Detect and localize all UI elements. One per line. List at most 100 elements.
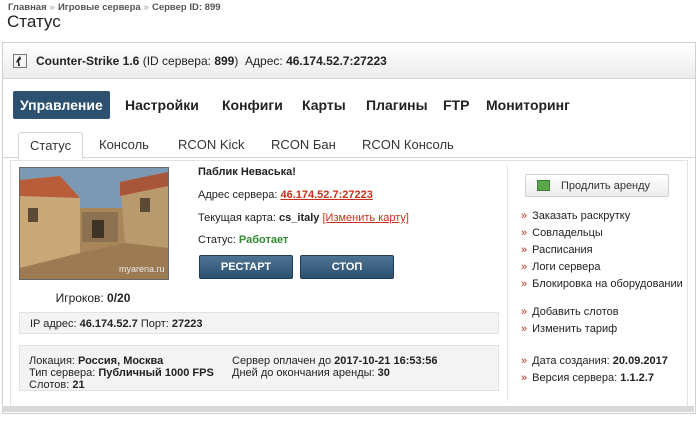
days-left-row: Дней до окончания аренды: 30 bbox=[232, 367, 390, 379]
address-label: Адрес сервера: bbox=[198, 189, 278, 201]
players-label: Игроков: bbox=[55, 291, 104, 305]
created-value: 20.09.2017 bbox=[612, 355, 668, 367]
link-label: Совладельцы bbox=[532, 227, 603, 239]
arrow-icon: » bbox=[521, 323, 528, 335]
ip-label: IP адрес: bbox=[30, 318, 77, 330]
players-count: Игроков: 0/20 bbox=[19, 291, 167, 305]
arrow-icon: » bbox=[521, 278, 528, 290]
bottom-bar bbox=[2, 406, 694, 412]
server-hostname: Паблик Невaська! bbox=[198, 166, 296, 178]
link-label: Блокировка на оборудовании bbox=[532, 278, 683, 290]
link-change-tariff[interactable]: » Изменить тариф bbox=[521, 323, 617, 335]
days-left-value: 30 bbox=[377, 367, 390, 379]
nav-settings[interactable]: Настройки bbox=[118, 91, 206, 119]
stop-button[interactable]: СТОП bbox=[300, 255, 394, 279]
status-label: Статус: bbox=[198, 234, 236, 246]
link-server-logs[interactable]: » Логи сервера bbox=[521, 261, 600, 273]
tab-rcon-console[interactable]: RCON Консоль bbox=[351, 132, 465, 157]
paid-until-row: Сервер оплачен до 2017-10-21 16:53:56 bbox=[232, 355, 438, 367]
created-date-row: » Дата создания: 20.09.2017 bbox=[521, 355, 668, 367]
nav-configs[interactable]: Конфиги bbox=[215, 91, 290, 119]
server-id: 899 bbox=[214, 54, 235, 68]
arrow-icon: » bbox=[521, 261, 528, 273]
tab-console[interactable]: Консоль bbox=[88, 132, 160, 157]
server-game: Counter-Strike 1.6 bbox=[36, 54, 140, 68]
link-label: Добавить слотов bbox=[532, 306, 619, 318]
slots-value: 21 bbox=[72, 379, 85, 391]
column-divider bbox=[507, 165, 508, 401]
tab-status[interactable]: Статус bbox=[18, 132, 84, 159]
map-watermark: myarena.ru bbox=[119, 264, 165, 274]
arrow-icon: » bbox=[521, 355, 528, 367]
address-row: Адрес сервера: 46.174.52.7:27223 bbox=[198, 189, 373, 201]
server-title: Counter-Strike 1.6 (ID сервера: 899) Адр… bbox=[36, 54, 387, 68]
server-panel: Counter-Strike 1.6 (ID сервера: 899) Адр… bbox=[2, 42, 696, 414]
slots-row: Слотов: 21 bbox=[29, 379, 85, 391]
current-map: cs_italy bbox=[279, 212, 320, 224]
link-label: Изменить тариф bbox=[532, 323, 618, 335]
nav-management[interactable]: Управление bbox=[13, 91, 110, 119]
location-value: Россия, Москва bbox=[78, 355, 164, 367]
version-value: 1.1.2.7 bbox=[620, 372, 654, 384]
breadcrumb-separator: » bbox=[143, 2, 149, 13]
nav-monitoring[interactable]: Мониторинг bbox=[479, 91, 577, 119]
link-label: Расписания bbox=[532, 244, 593, 256]
link-label: Заказать раскрутку bbox=[532, 210, 631, 222]
arrow-icon: » bbox=[521, 372, 528, 384]
server-type-value: Публичный 1000 FPS bbox=[98, 367, 214, 379]
ip-box: IP адрес: 46.174.52.7 Порт: 27223 bbox=[19, 312, 499, 334]
extend-rent-button[interactable]: Продлить аренду bbox=[525, 174, 669, 197]
server-version-row: » Версия сервера: 1.1.2.7 bbox=[521, 372, 654, 384]
nav-ftp[interactable]: FTP bbox=[436, 91, 476, 119]
arrow-icon: » bbox=[521, 227, 528, 239]
status-value: Работает bbox=[238, 234, 289, 246]
slots-label: Слотов: bbox=[29, 379, 70, 391]
breadcrumb-servers[interactable]: Игровые сервера bbox=[58, 2, 141, 13]
link-schedules[interactable]: » Расписания bbox=[521, 244, 593, 256]
server-id-suffix: ) bbox=[234, 54, 239, 68]
arrow-icon: » bbox=[521, 306, 528, 318]
server-address-label: Адрес: bbox=[245, 54, 283, 68]
arrow-icon: » bbox=[521, 210, 528, 222]
tab-rcon-kick[interactable]: RCON Kick bbox=[167, 132, 255, 157]
players-value: 0/20 bbox=[107, 291, 131, 305]
days-left-label: Дней до окончания аренды: bbox=[232, 367, 375, 379]
link-hardware-ban[interactable]: » Блокировка на оборудовании bbox=[521, 278, 683, 290]
server-address: 46.174.52.7:27223 bbox=[286, 54, 387, 68]
port-label: Порт: bbox=[140, 318, 169, 330]
server-id-prefix: (ID сервера: bbox=[142, 54, 211, 68]
server-header: Counter-Strike 1.6 (ID сервера: 899) Адр… bbox=[3, 43, 695, 79]
server-type-label: Тип сервера: bbox=[29, 367, 96, 379]
nav-maps[interactable]: Карты bbox=[295, 91, 353, 119]
map-row: Текущая карта: cs_italy [Изменить карту] bbox=[198, 212, 409, 224]
location-row: Локация: Россия, Москва bbox=[29, 355, 163, 367]
tab-rcon-ban[interactable]: RCON Бан bbox=[260, 132, 347, 157]
ip-value: 46.174.52.7 bbox=[79, 318, 138, 330]
nav-plugins[interactable]: Плагины bbox=[359, 91, 435, 119]
map-preview-image: myarena.ru bbox=[19, 167, 169, 280]
arrow-icon: » bbox=[521, 244, 528, 256]
location-label: Локация: bbox=[29, 355, 75, 367]
counter-strike-icon bbox=[13, 54, 27, 68]
link-order-promotion[interactable]: » Заказать раскрутку bbox=[521, 210, 630, 222]
status-content: myarena.ru Игроков: 0/20 Паблик Невaська… bbox=[10, 160, 688, 409]
link-co-owners[interactable]: » Совладельцы bbox=[521, 227, 603, 239]
rent-icon bbox=[537, 180, 550, 191]
page-title: Статус bbox=[7, 12, 61, 31]
map-label: Текущая карта: bbox=[198, 212, 276, 224]
restart-button[interactable]: РЕСТАРТ bbox=[199, 255, 293, 279]
location-box: Локация: Россия, Москва Тип сервера: Пуб… bbox=[19, 345, 499, 391]
link-label: Логи сервера bbox=[532, 261, 601, 273]
created-label: Дата создания: bbox=[532, 355, 610, 367]
paid-until-label: Сервер оплачен до bbox=[232, 355, 332, 367]
extend-rent-label: Продлить аренду bbox=[561, 180, 651, 192]
version-label: Версия сервера: bbox=[532, 372, 618, 384]
address-link[interactable]: 46.174.52.7:27223 bbox=[280, 189, 372, 201]
sub-tabs: Статус Консоль RCON Kick RCON Бан RCON К… bbox=[3, 132, 695, 159]
port-value: 27223 bbox=[171, 318, 203, 330]
breadcrumb-current: Сервер ID: 899 bbox=[151, 2, 221, 13]
change-map-link[interactable]: [Изменить карту] bbox=[322, 212, 409, 224]
link-add-slots[interactable]: » Добавить слотов bbox=[521, 306, 619, 318]
paid-until-value: 2017-10-21 16:53:56 bbox=[334, 355, 438, 367]
server-type-row: Тип сервера: Публичный 1000 FPS bbox=[29, 367, 214, 379]
